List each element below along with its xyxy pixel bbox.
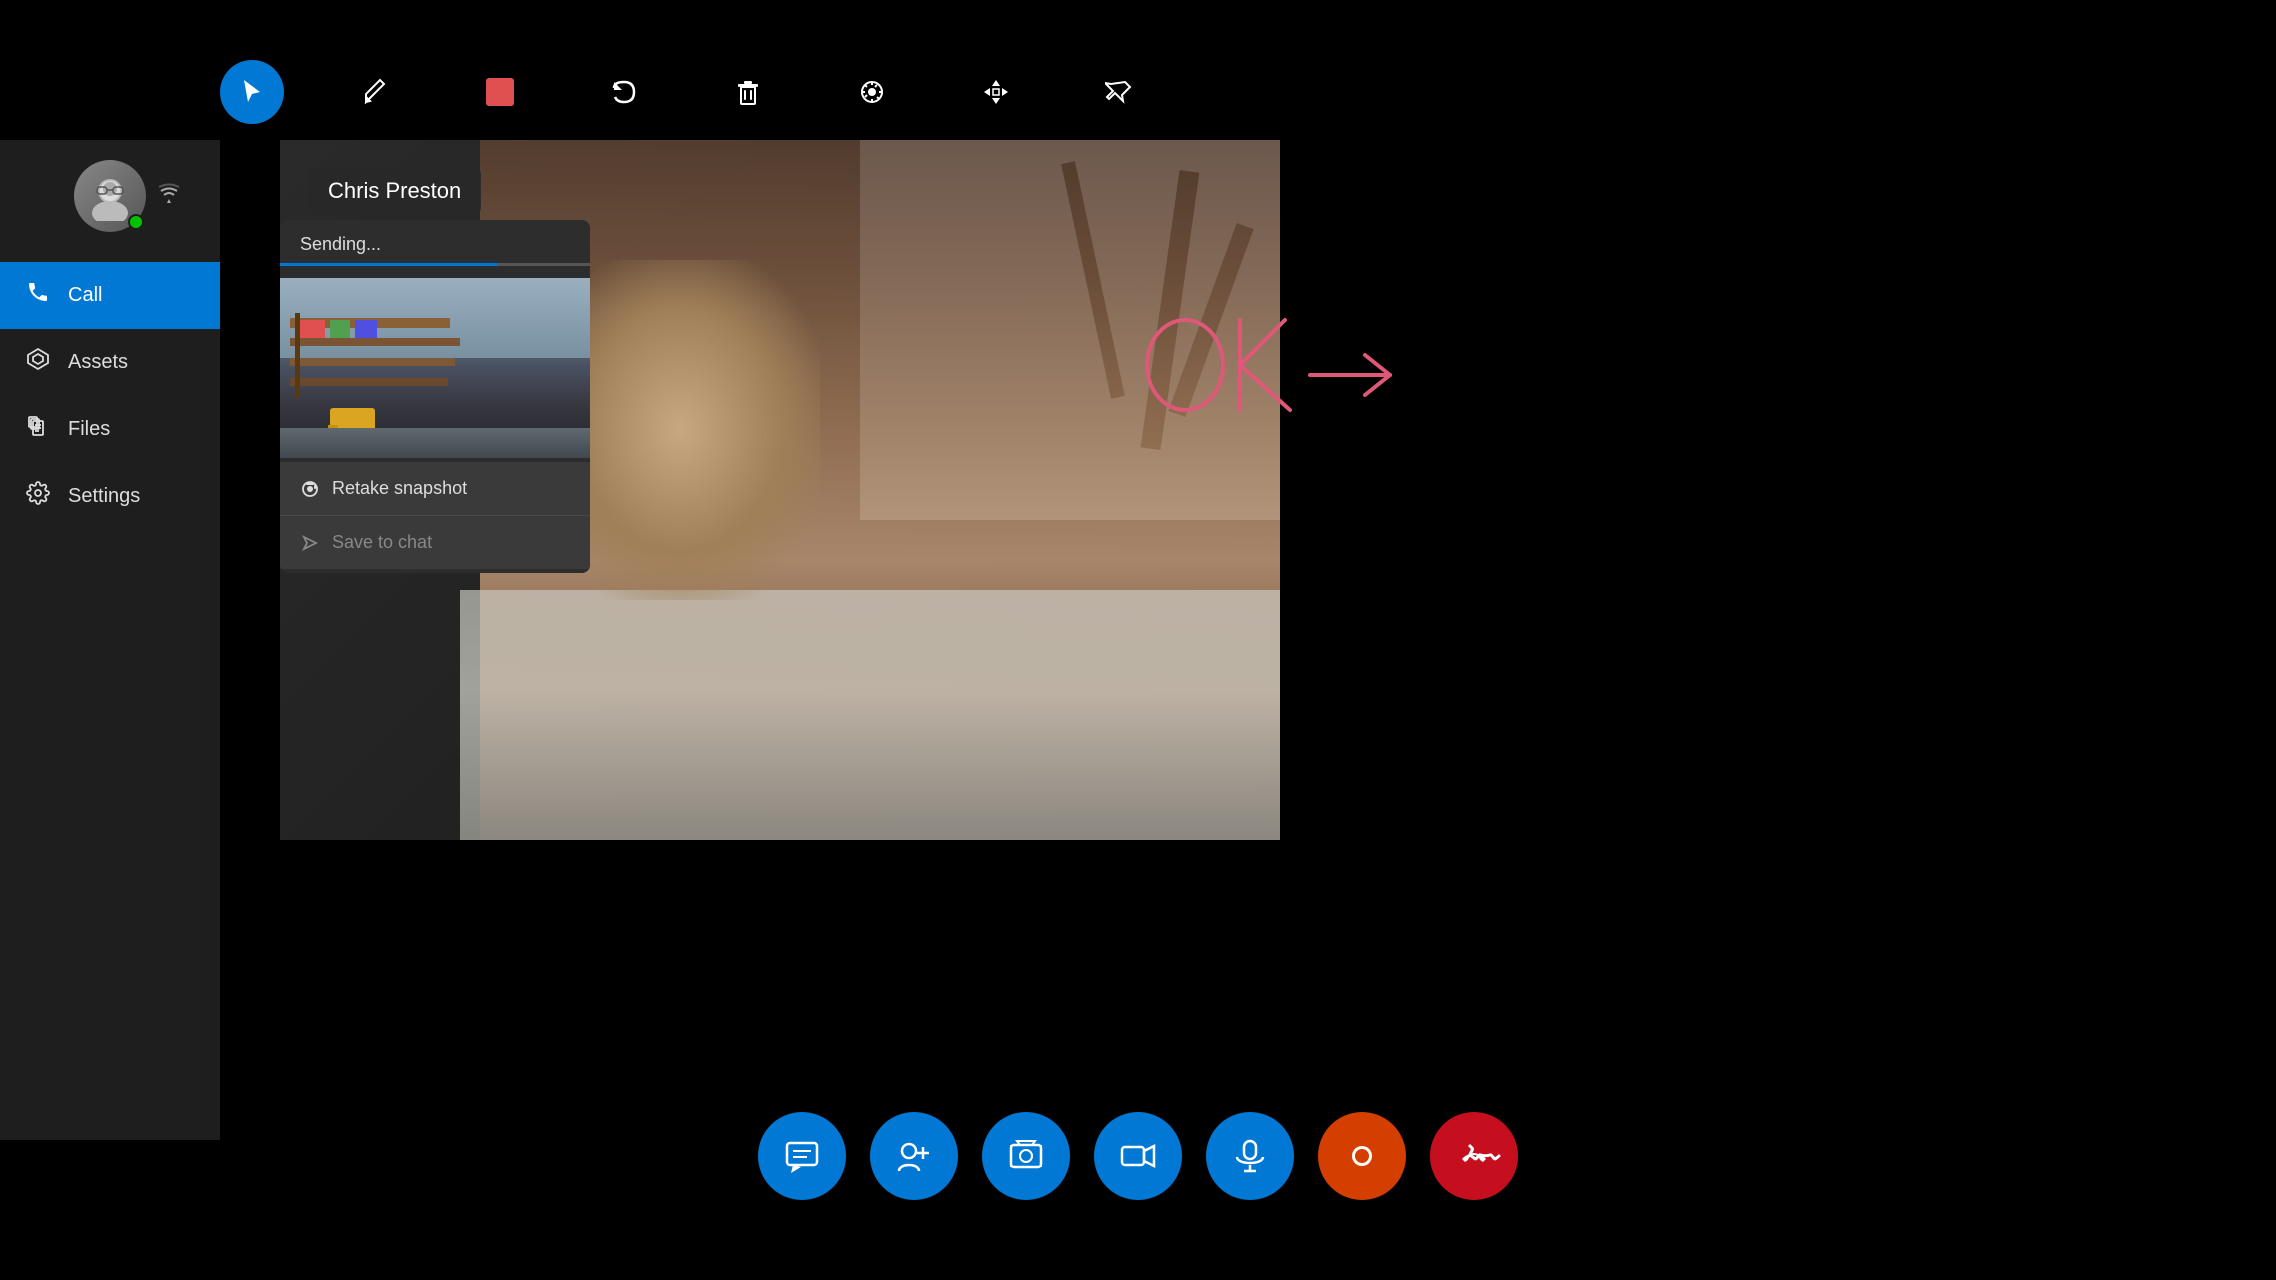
sidebar-assets-label: Assets bbox=[68, 351, 128, 374]
pen-tool-button[interactable] bbox=[344, 60, 408, 124]
video-button[interactable] bbox=[1094, 1112, 1182, 1200]
participant-name-tag: Chris Preston bbox=[308, 168, 481, 214]
shape-tool-button[interactable] bbox=[468, 60, 532, 124]
snapshot-progress-bar-container bbox=[280, 263, 590, 266]
snapshot-image bbox=[280, 278, 590, 458]
snapshot-panel: Sending... bbox=[280, 220, 590, 573]
sidebar-item-files[interactable]: Files bbox=[0, 396, 220, 463]
hangup-button[interactable] bbox=[1430, 1112, 1518, 1200]
save-to-chat-button[interactable]: Save to chat bbox=[280, 515, 590, 569]
sidebar-item-settings[interactable]: Settings bbox=[0, 463, 220, 530]
undo-button[interactable] bbox=[592, 60, 656, 124]
video-area: Chris Preston Sending... bbox=[220, 140, 2276, 1000]
call-controls bbox=[758, 1112, 1518, 1200]
ar-settings-button[interactable] bbox=[840, 60, 904, 124]
retake-snapshot-button[interactable]: Retake snapshot bbox=[280, 462, 590, 515]
save-to-chat-label: Save to chat bbox=[332, 532, 432, 553]
sidebar-navigation: Call Assets File bbox=[0, 262, 220, 530]
participant-name-text: Chris Preston bbox=[328, 178, 461, 203]
snapshot-actions: Retake snapshot Save to chat bbox=[280, 458, 590, 573]
settings-icon bbox=[24, 481, 52, 512]
files-icon bbox=[24, 414, 52, 445]
user-avatar-container bbox=[74, 160, 146, 232]
assets-icon bbox=[24, 347, 52, 378]
move-button[interactable] bbox=[964, 60, 1028, 124]
snapshot-sending-label: Sending... bbox=[280, 220, 590, 263]
call-icon bbox=[24, 280, 52, 311]
delete-button[interactable] bbox=[716, 60, 780, 124]
record-button[interactable] bbox=[1318, 1112, 1406, 1200]
sidebar-item-assets[interactable]: Assets bbox=[0, 329, 220, 396]
snapshot-progress-bar bbox=[280, 263, 497, 266]
video-feed: Chris Preston Sending... bbox=[280, 140, 1280, 840]
sidebar-settings-label: Settings bbox=[68, 485, 140, 508]
sidebar-files-label: Files bbox=[68, 418, 110, 441]
chat-button[interactable] bbox=[758, 1112, 846, 1200]
sidebar-call-label: Call bbox=[68, 284, 102, 307]
wifi-icon bbox=[157, 183, 181, 209]
sidebar: Call Assets File bbox=[0, 140, 220, 1140]
pin-button[interactable] bbox=[1088, 60, 1152, 124]
cursor-tool-button[interactable] bbox=[220, 60, 284, 124]
mic-button[interactable] bbox=[1206, 1112, 1294, 1200]
sidebar-item-call[interactable]: Call bbox=[0, 262, 220, 329]
snapshot-button[interactable] bbox=[982, 1112, 1070, 1200]
user-online-status bbox=[128, 214, 144, 230]
toolbar bbox=[220, 60, 1152, 124]
add-participant-button[interactable] bbox=[870, 1112, 958, 1200]
retake-snapshot-label: Retake snapshot bbox=[332, 478, 467, 499]
